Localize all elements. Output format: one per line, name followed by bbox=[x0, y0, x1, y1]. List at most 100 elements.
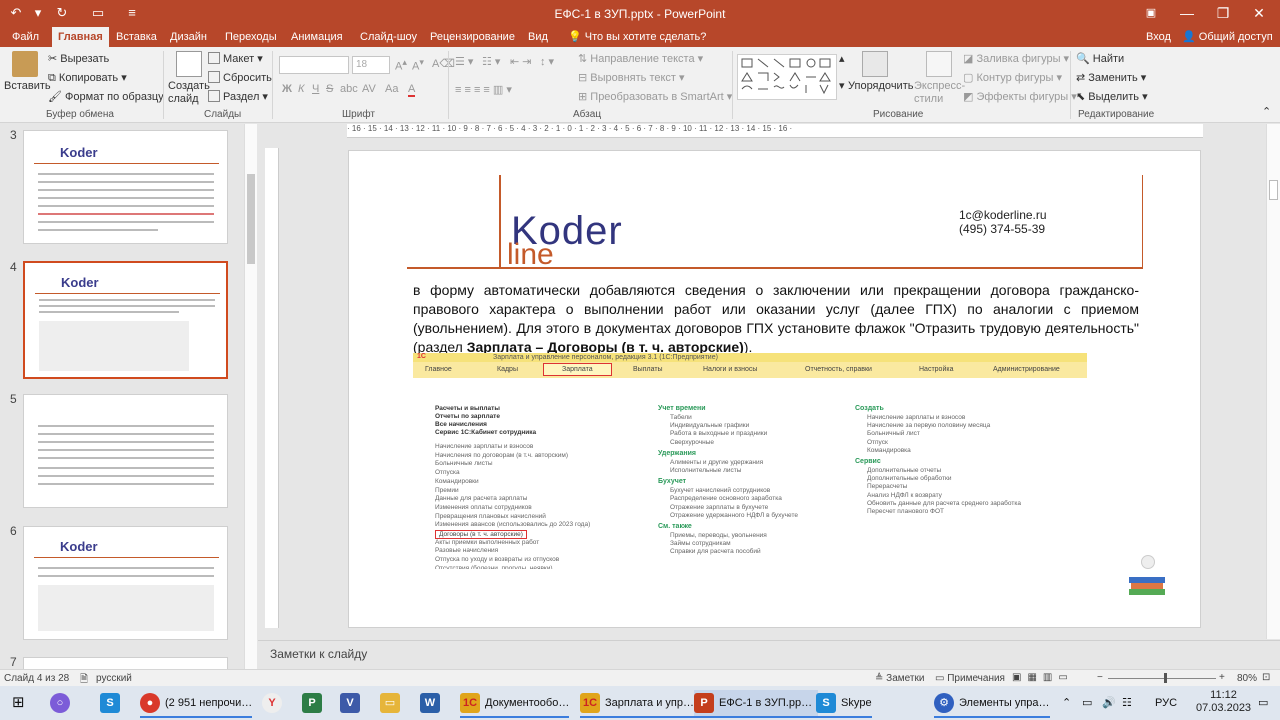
taskbar-item-zup[interactable]: 1C Зарплата и упр… bbox=[580, 690, 694, 718]
slide-thumbnail-4[interactable]: Koder bbox=[23, 261, 228, 379]
bullets-icon[interactable]: ☰ ▾ bbox=[455, 55, 473, 68]
layout-button[interactable]: Макет ▾ bbox=[208, 52, 263, 65]
font-name-combo[interactable] bbox=[279, 56, 349, 74]
numbering-icon[interactable]: ☷ ▾ bbox=[482, 55, 500, 68]
tab-transitions[interactable]: Переходы bbox=[219, 27, 283, 47]
strikethrough-button[interactable]: S bbox=[326, 83, 333, 95]
taskbar-item-control-panel[interactable]: ⚙ Элементы упра… bbox=[934, 690, 1050, 718]
network-icon[interactable]: ▭ bbox=[1082, 690, 1092, 718]
tab-view[interactable]: Вид bbox=[522, 27, 554, 47]
notes-toggle[interactable]: ≜ Заметки bbox=[875, 673, 924, 684]
notes-pane[interactable]: Заметки к слайду bbox=[258, 640, 1280, 668]
skype-pinned-icon[interactable]: S bbox=[100, 690, 125, 718]
reset-button[interactable]: Сбросить bbox=[208, 71, 272, 84]
scrollbar-thumb[interactable] bbox=[1269, 180, 1278, 200]
taskbar-item-powerpoint[interactable]: P ЕФС-1 в ЗУП.pp… bbox=[694, 690, 819, 718]
bold-button[interactable]: Ж bbox=[282, 83, 292, 95]
thumbnails-scrollbar[interactable] bbox=[244, 124, 257, 669]
smartart-button[interactable]: ⊞ Преобразовать в SmartArt ▾ bbox=[578, 90, 732, 103]
slide-thumbnail-5[interactable] bbox=[23, 394, 228, 508]
zoom-in-button[interactable]: + bbox=[1219, 672, 1225, 683]
align-text-button[interactable]: ⊟ Выровнять текст ▾ bbox=[578, 71, 685, 84]
tab-insert[interactable]: Вставка bbox=[110, 27, 163, 47]
replace-button[interactable]: ⇄ Заменить ▾ bbox=[1076, 71, 1146, 84]
explorer-icon[interactable]: ▭ bbox=[380, 690, 405, 718]
tab-home[interactable]: Главная bbox=[52, 27, 109, 47]
person-icon: 👤 bbox=[1182, 31, 1196, 43]
copy-button[interactable]: ⧉ Копировать ▾ bbox=[48, 71, 127, 85]
sign-in-link[interactable]: Вход bbox=[1140, 27, 1177, 47]
tab-file[interactable]: Файл bbox=[6, 27, 45, 47]
word-icon[interactable]: W bbox=[420, 690, 445, 718]
slide-scrollbar[interactable] bbox=[1266, 124, 1280, 639]
select-button[interactable]: ⬉ Выделить ▾ bbox=[1076, 90, 1148, 103]
slide-thumbnail-7[interactable] bbox=[23, 657, 228, 669]
search-icon[interactable]: ○ bbox=[50, 690, 75, 718]
clear-format-icon[interactable]: A⌫ bbox=[432, 57, 455, 70]
text-direction-button[interactable]: ⇅ Направление текста ▾ bbox=[578, 52, 703, 65]
scrollbar-thumb[interactable] bbox=[247, 174, 255, 264]
underline-button[interactable]: Ч bbox=[312, 83, 319, 95]
taskbar-item-chrome[interactable]: ● (2 951 непрочи… bbox=[140, 690, 253, 718]
new-slide-button[interactable]: Создать слайд bbox=[168, 80, 210, 106]
share-button[interactable]: 👤 Общий доступ bbox=[1176, 27, 1279, 47]
taskbar-item-docflow[interactable]: 1C Документообо… bbox=[460, 690, 570, 718]
yandex-icon[interactable]: Y bbox=[262, 690, 287, 718]
collapse-ribbon-icon[interactable]: ⌃ bbox=[1262, 105, 1271, 118]
slides-group-label: Слайды bbox=[204, 109, 242, 120]
quick-styles-button[interactable]: Экспресс-стили bbox=[914, 80, 965, 106]
volume-icon[interactable]: 🔊 bbox=[1102, 690, 1116, 718]
view-buttons[interactable]: ▣▦▥▭ bbox=[1012, 672, 1074, 683]
line-spacing-icon[interactable]: ↕ ▾ bbox=[540, 55, 554, 68]
tab-slideshow[interactable]: Слайд-шоу bbox=[354, 27, 423, 47]
tab-review[interactable]: Рецензирование bbox=[424, 27, 521, 47]
text-shadow-button[interactable]: abc bbox=[340, 83, 358, 95]
char-spacing-button[interactable]: AV bbox=[362, 83, 376, 95]
zoom-slider[interactable] bbox=[1108, 678, 1216, 679]
find-button[interactable]: 🔍 Найти bbox=[1076, 52, 1124, 65]
wifi-icon[interactable]: ☷ bbox=[1122, 690, 1132, 718]
font-color-button[interactable]: A bbox=[408, 83, 416, 97]
slide-canvas[interactable]: Koder line 1c@koderline.ru (495) 374-55-… bbox=[348, 150, 1201, 628]
font-size-combo[interactable]: 18 bbox=[352, 56, 390, 74]
shapes-scroll-icon[interactable]: ▴ bbox=[839, 52, 845, 65]
tab-animation[interactable]: Анимация bbox=[285, 27, 349, 47]
shape-outline-button[interactable]: ▢ Контур фигуры ▾ bbox=[963, 71, 1062, 84]
slide-body-text[interactable]: в форму автоматически добавляются сведен… bbox=[413, 281, 1139, 357]
input-language[interactable]: РУС bbox=[1155, 690, 1177, 718]
shapes-gallery[interactable] bbox=[737, 54, 837, 100]
shape-fill-button[interactable]: ◪ Заливка фигуры ▾ bbox=[963, 52, 1069, 65]
fit-slide-icon[interactable]: ⊡ bbox=[1262, 672, 1270, 683]
cut-button[interactable]: ✂ Вырезать bbox=[48, 52, 109, 65]
start-icon[interactable]: ⊞ bbox=[12, 690, 25, 718]
change-case-button[interactable]: Aa bbox=[385, 83, 398, 95]
grow-font-icon[interactable]: A▴ bbox=[395, 57, 407, 73]
slide-thumbnail-6[interactable]: Koder bbox=[23, 526, 228, 640]
shrink-font-icon[interactable]: A▾ bbox=[412, 57, 424, 73]
align-icons[interactable]: ≡ ≡ ≡ ≡ ▥ ▾ bbox=[455, 83, 512, 96]
zoom-out-button[interactable]: − bbox=[1097, 672, 1103, 683]
italic-button[interactable]: К bbox=[298, 83, 304, 95]
visio-icon[interactable]: V bbox=[340, 690, 365, 718]
comments-toggle[interactable]: ▭ Примечания bbox=[935, 673, 1005, 684]
section-button[interactable]: Раздел ▾ bbox=[208, 90, 268, 103]
notifications-icon[interactable]: ▭ bbox=[1258, 690, 1268, 718]
language-indicator[interactable]: русский bbox=[96, 673, 132, 684]
zoom-slider-thumb[interactable] bbox=[1164, 673, 1167, 683]
slide-thumbnail-3[interactable]: Koder bbox=[23, 130, 228, 244]
taskbar-item-skype[interactable]: S Skype bbox=[816, 690, 872, 718]
format-painter-button[interactable]: 🖌 Формат по образцу bbox=[48, 90, 164, 103]
arrange-button[interactable]: Упорядочить bbox=[848, 80, 913, 92]
tell-me-search[interactable]: 💡 Что вы хотите сделать? bbox=[562, 27, 712, 47]
zoom-level[interactable]: 80% bbox=[1237, 673, 1257, 684]
tab-design[interactable]: Дизайн bbox=[164, 27, 213, 47]
tray-expand-icon[interactable]: ⌃ bbox=[1062, 690, 1071, 718]
shape-effects-button[interactable]: ◩ Эффекты фигуры ▾ bbox=[963, 90, 1077, 103]
project-icon[interactable]: P bbox=[302, 690, 327, 718]
clock[interactable]: 11:12 07.03.2023 bbox=[1196, 689, 1251, 715]
shapes-more-icon[interactable]: ▾ bbox=[839, 79, 845, 92]
close-button[interactable]: ✕ bbox=[1236, 0, 1280, 27]
paste-button[interactable]: Вставить bbox=[4, 80, 51, 92]
indent-icon[interactable]: ⇤ ⇥ bbox=[510, 55, 532, 68]
embedded-screenshot[interactable]: 1С Зарплата и управление персоналом, ред… bbox=[413, 353, 1087, 569]
